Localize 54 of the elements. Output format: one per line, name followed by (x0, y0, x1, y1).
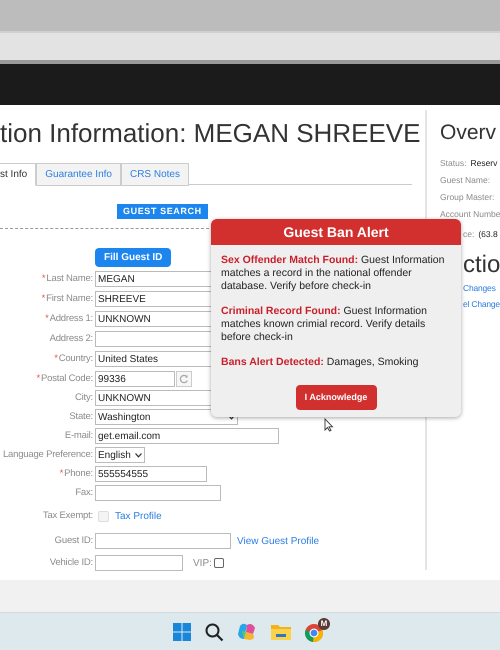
refresh-button[interactable] (176, 371, 192, 387)
text-field[interactable] (95, 485, 221, 501)
guest-search-button[interactable]: GUEST SEARCH (117, 204, 208, 219)
section-title: ctio (463, 250, 500, 280)
field-label: *Last Name: (40, 272, 94, 286)
acknowledge-button[interactable]: I Acknowledge (296, 385, 376, 410)
link[interactable]: Changes (463, 282, 496, 295)
fill-guest-id-button[interactable]: Fill Guest ID (95, 248, 172, 267)
dropdown[interactable]: Washington (95, 409, 238, 425)
field-label: *Country: (53, 352, 94, 366)
text-field[interactable]: get.email.com (95, 428, 279, 444)
account-badge: M (318, 618, 330, 630)
field-label: *First Name: (40, 292, 94, 306)
panel-title: Overv (440, 120, 498, 146)
link[interactable]: el Change (463, 298, 500, 311)
tab[interactable]: CRS Notes (120, 163, 189, 186)
tab[interactable]: Guarantee Info (36, 163, 121, 186)
field-label: Guest Name: (440, 174, 490, 186)
field-label: Account Numbe (440, 208, 500, 220)
field-label: Language Preference: (2, 448, 94, 462)
checkbox[interactable] (214, 558, 224, 568)
field-label: *Postal Code: (36, 372, 94, 386)
field-label: Address 2: (48, 332, 94, 346)
start-icon[interactable] (172, 622, 192, 642)
refresh-icon (179, 374, 189, 384)
field-value: Reserv (470, 156, 498, 170)
field-label: *Phone: (58, 466, 94, 481)
mouse-pointer-icon (324, 418, 334, 432)
field-value: (63.8 (478, 228, 498, 240)
field-label: Group Master: (440, 190, 494, 204)
field-label: Tax Exempt: (42, 508, 94, 523)
text-field[interactable]: 555554555 (95, 466, 207, 482)
colorful-swirl-icon[interactable] (236, 622, 258, 642)
field-label: City: (74, 390, 94, 405)
field-label: VIP: (193, 556, 212, 570)
field-label: Guest ID: (54, 534, 94, 548)
text-field[interactable]: 99336 (95, 371, 175, 387)
text-field[interactable] (95, 555, 183, 571)
field-label: Vehicle ID: (48, 556, 94, 570)
field-label: E-mail: (64, 428, 94, 443)
field-label: Status: (440, 156, 466, 170)
search-icon[interactable] (204, 622, 224, 642)
link[interactable]: View Guest Profile (237, 534, 320, 548)
field-label: Fax: (74, 486, 94, 500)
caret-icon (135, 452, 142, 458)
folder-icon[interactable] (270, 622, 292, 640)
tab[interactable]: st Info (0, 163, 36, 186)
dialog-title: Guest Ban Alert (211, 219, 461, 245)
field-label: *Address 1: (44, 312, 94, 326)
text-field[interactable] (95, 533, 231, 549)
page-title: tion Information: MEGAN SHREEVE (0, 118, 422, 148)
field-label: ce: (463, 228, 474, 240)
field-label: State: (68, 410, 94, 424)
dropdown[interactable]: English (95, 447, 145, 463)
